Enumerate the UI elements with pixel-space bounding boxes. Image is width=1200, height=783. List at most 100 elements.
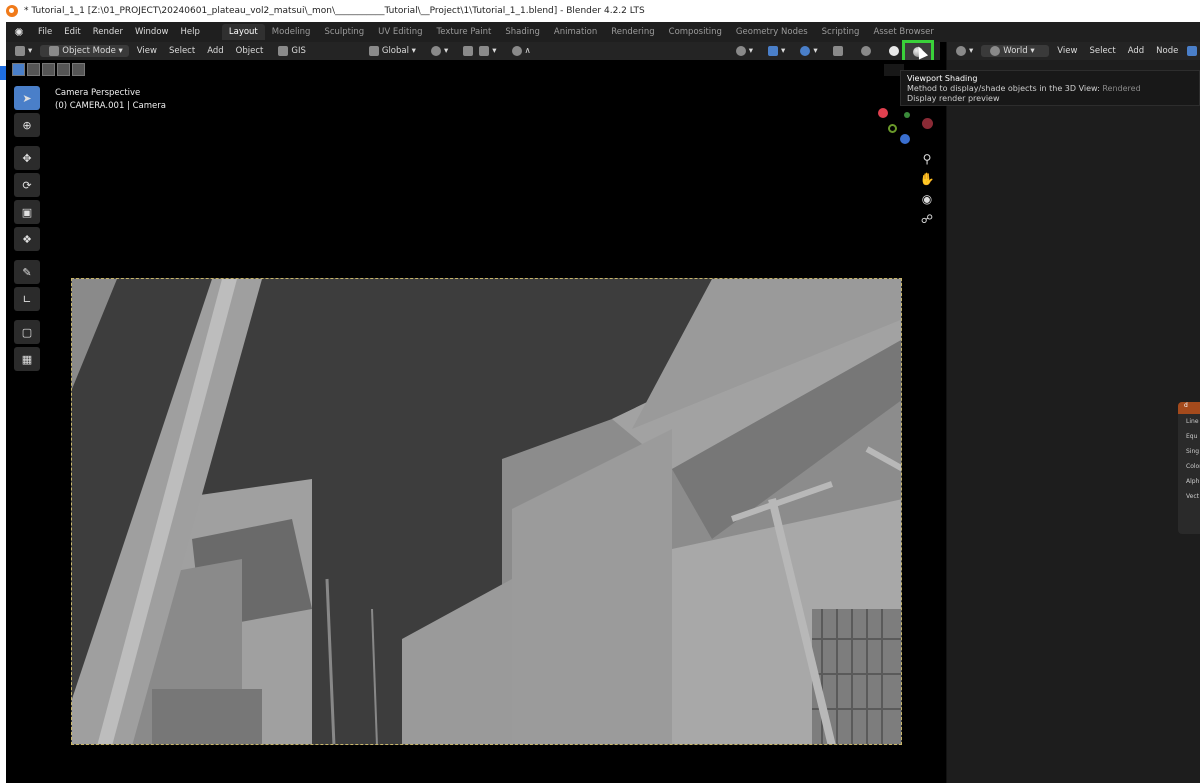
- tool-add-object[interactable]: ▦: [14, 347, 40, 371]
- camera-view-icon[interactable]: ◉: [918, 192, 936, 206]
- tool-transform[interactable]: ❖: [14, 227, 40, 251]
- select-invert-icon[interactable]: [57, 63, 70, 76]
- tool-shelf: ➤ ⊕ ✥ ⟳ ▣ ❖ ✎ ∟ ▢ ▦: [12, 86, 42, 374]
- mode-dropdown[interactable]: Object Mode ▾: [40, 45, 129, 57]
- tooltip-detail: Display render preview: [907, 94, 1000, 103]
- visibility-button[interactable]: ▾: [727, 46, 759, 56]
- shader-editor[interactable]: ▾ World ▾ View Select Add Node: [946, 42, 1200, 783]
- tab-modeling[interactable]: Modeling: [265, 24, 318, 40]
- gizmo-y-axis-icon[interactable]: [888, 124, 897, 133]
- proportional-button[interactable]: ∧: [503, 46, 537, 56]
- tab-sculpting[interactable]: Sculpting: [317, 24, 371, 40]
- annotate-icon: ✎: [22, 265, 32, 279]
- gis-label: GIS: [291, 46, 306, 56]
- gis-icon: [278, 46, 289, 56]
- pivot-button[interactable]: ▾: [422, 46, 454, 56]
- tooltip-title: Viewport Shading: [907, 74, 978, 83]
- gizmo-z-axis-icon[interactable]: [900, 134, 910, 144]
- gizmo-x-axis-icon[interactable]: [878, 108, 888, 118]
- right-node-menu[interactable]: Node: [1150, 46, 1184, 56]
- node-row: Sing: [1186, 448, 1200, 455]
- tab-uv-editing[interactable]: UV Editing: [371, 24, 429, 40]
- node-row: Equ: [1186, 433, 1198, 440]
- tab-shading[interactable]: Shading: [498, 24, 547, 40]
- tool-measure[interactable]: ∟: [14, 287, 40, 311]
- editor-type-icon: [15, 46, 25, 56]
- menu-file[interactable]: File: [32, 27, 58, 37]
- tool-select-box[interactable]: ➤: [14, 86, 40, 110]
- view-menu[interactable]: View: [131, 46, 163, 56]
- select-menu[interactable]: Select: [163, 46, 201, 56]
- hand-pan-icon[interactable]: ✋: [918, 172, 936, 186]
- top-bar: ✺ File Edit Render Window Help Layout Mo…: [6, 22, 1200, 42]
- use-nodes-checkbox[interactable]: [1187, 46, 1198, 56]
- select-subtract-icon[interactable]: [42, 63, 55, 76]
- blender-logo-icon[interactable]: ✺: [10, 26, 28, 39]
- gizmo-icon: [768, 46, 779, 56]
- orientation-dropdown[interactable]: Global ▾: [360, 46, 422, 56]
- right-add-menu[interactable]: Add: [1122, 46, 1150, 56]
- snap-button[interactable]: ▾: [454, 46, 502, 56]
- shading-tooltip: Viewport Shading Method to display/shade…: [900, 70, 1200, 106]
- tab-rendering[interactable]: Rendering: [604, 24, 661, 40]
- select-new-icon[interactable]: [12, 63, 25, 76]
- lock-icon[interactable]: ☍: [918, 212, 936, 226]
- tab-texture-paint[interactable]: Texture Paint: [430, 24, 499, 40]
- menu-window[interactable]: Window: [129, 27, 175, 37]
- gis-menu[interactable]: GIS: [269, 46, 312, 56]
- orientation-label: Global: [381, 46, 409, 56]
- tool-scale[interactable]: ▣: [14, 200, 40, 224]
- tool-annotate[interactable]: ✎: [14, 260, 40, 284]
- tab-geometry-nodes[interactable]: Geometry Nodes: [729, 24, 815, 40]
- menu-edit[interactable]: Edit: [58, 27, 86, 37]
- camera-perspective-label: Camera Perspective: [55, 88, 141, 98]
- measure-icon: ∟: [22, 292, 32, 306]
- tool-cursor[interactable]: ⊕: [14, 113, 40, 137]
- workspace-tabs: Layout Modeling Sculpting UV Editing Tex…: [221, 24, 941, 40]
- editor-type-button-right[interactable]: ▾: [947, 46, 979, 56]
- tooltip-description: Method to display/shade objects in the 3…: [907, 84, 1100, 93]
- camera-frame[interactable]: [71, 278, 902, 745]
- select-mode-buttons: [12, 63, 85, 77]
- right-view-menu[interactable]: View: [1051, 46, 1083, 56]
- select-extend-icon[interactable]: [27, 63, 40, 76]
- tool-move[interactable]: ✥: [14, 146, 40, 170]
- tool-rotate[interactable]: ⟳: [14, 173, 40, 197]
- world-dropdown[interactable]: World ▾: [981, 45, 1050, 57]
- camera-object-label: (0) CAMERA.001 | Camera: [55, 101, 166, 111]
- tab-asset-browser[interactable]: Asset Browser: [866, 24, 940, 40]
- tool-add-cube[interactable]: ▢: [14, 320, 40, 344]
- tooltip-description-line: Method to display/shade objects in the 3…: [907, 84, 1193, 94]
- tab-layout[interactable]: Layout: [221, 24, 265, 40]
- editor-type-button[interactable]: ▾: [6, 46, 38, 56]
- overlay-icon: [800, 46, 811, 56]
- tab-scripting[interactable]: Scripting: [815, 24, 867, 40]
- node-fragment[interactable]: d Line Equ Sing Color Alph Vect: [1178, 402, 1200, 534]
- xray-button[interactable]: [824, 46, 852, 56]
- snap-target-icon: [479, 46, 490, 56]
- node-row: Vect: [1186, 493, 1199, 500]
- right-select-menu[interactable]: Select: [1083, 46, 1121, 56]
- gizmo-button[interactable]: ▾: [759, 46, 791, 56]
- overlay-button[interactable]: ▾: [791, 46, 823, 56]
- zoom-icon[interactable]: ⚲: [918, 152, 936, 166]
- tab-animation[interactable]: Animation: [547, 24, 604, 40]
- menu-render[interactable]: Render: [87, 27, 129, 37]
- camera-info: Camera Perspective (0) CAMERA.001 | Came…: [55, 87, 166, 113]
- gizmo-neg-x-icon[interactable]: [922, 118, 933, 129]
- select-intersect-icon[interactable]: [72, 63, 85, 76]
- shading-wireframe[interactable]: [852, 46, 880, 56]
- navigation-gizmo[interactable]: [874, 102, 934, 150]
- object-menu[interactable]: Object: [230, 46, 270, 56]
- viewport-nav-buttons: ⚲ ✋ ◉ ☍: [918, 152, 936, 226]
- menu-help[interactable]: Help: [174, 27, 205, 37]
- add-menu[interactable]: Add: [201, 46, 229, 56]
- node-row: Alph: [1186, 478, 1200, 485]
- tab-compositing[interactable]: Compositing: [662, 24, 729, 40]
- scene-render: [72, 279, 901, 744]
- node-header: d: [1178, 402, 1200, 414]
- world-icon: [990, 46, 1001, 56]
- snap-icon: [463, 46, 474, 56]
- transform-icon: ❖: [22, 232, 32, 246]
- wireframe-shading-icon: [860, 46, 871, 56]
